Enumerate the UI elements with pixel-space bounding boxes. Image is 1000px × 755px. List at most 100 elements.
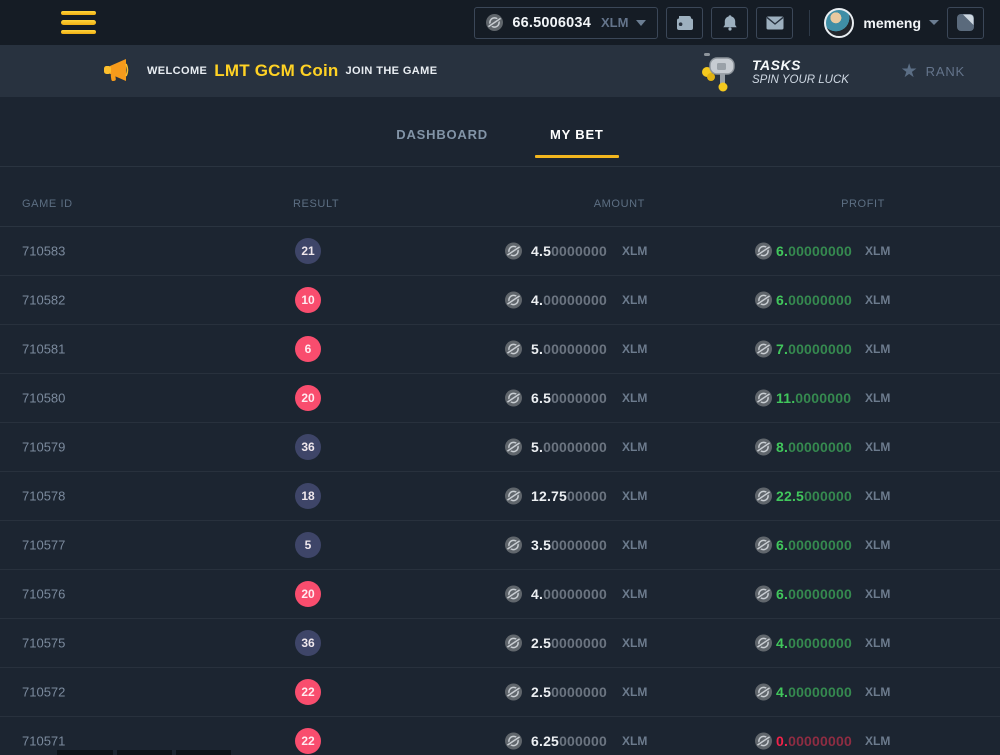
amount-value: 4.50000000: [531, 243, 607, 259]
stellar-coin-icon: [755, 488, 772, 505]
wallet-icon: [676, 15, 694, 31]
profit-currency: XLM: [865, 293, 890, 307]
amount-value: 5.00000000: [531, 341, 607, 357]
profit-main: 4.: [776, 684, 788, 700]
amount-main: 5.: [531, 439, 543, 455]
table-row: 710583 21 4.50000000 XLM 6.00000000 XLM: [0, 227, 1000, 276]
balance-selector[interactable]: 66.5006034 XLM: [474, 7, 658, 39]
stellar-coin-icon: [755, 292, 772, 309]
stellar-coin-icon: [755, 537, 772, 554]
tasks-subtitle: SPIN YOUR LUCK: [752, 74, 849, 86]
result-badge: 36: [295, 434, 321, 460]
result-badge: 20: [295, 581, 321, 607]
chat-icon: [956, 13, 975, 32]
messages-button[interactable]: [756, 7, 793, 39]
column-header-game-id: GAME ID: [22, 198, 73, 210]
profit-value: 4.00000000: [776, 635, 852, 651]
tasks-text: TASKS SPIN YOUR LUCK: [752, 57, 849, 86]
rank-widget[interactable]: ★ RANK: [901, 62, 965, 81]
bell-icon: [722, 14, 738, 31]
amount-zeros: 00000000: [543, 586, 607, 602]
megaphone-icon: [100, 58, 130, 84]
profit-main: 8.: [776, 439, 788, 455]
amount-value: 12.7500000: [531, 488, 607, 504]
stellar-coin-icon: [505, 488, 522, 505]
profit-value: 4.00000000: [776, 684, 852, 700]
result-badge: 36: [295, 630, 321, 656]
amount-currency: XLM: [622, 244, 647, 258]
hamburger-menu-icon[interactable]: [61, 11, 96, 35]
profit-value: 22.5000000: [776, 488, 852, 504]
tab-bar: DASHBOARD MY BET: [0, 97, 1000, 167]
amount-currency: XLM: [622, 489, 647, 503]
topbar-divider: [809, 10, 810, 36]
amount-zeros: 00000: [567, 488, 607, 504]
profit-main: 7.: [776, 341, 788, 357]
tab-dashboard[interactable]: DASHBOARD: [381, 97, 503, 166]
amount-currency: XLM: [622, 685, 647, 699]
amount-main: 2.5: [531, 635, 551, 651]
amount-zeros: 00000000: [543, 341, 607, 357]
stellar-coin-icon: [486, 14, 503, 31]
stellar-coin-icon: [755, 341, 772, 358]
table-row: 710580 20 6.50000000 XLM 11.0000000 XLM: [0, 374, 1000, 423]
profit-main: 11.: [776, 390, 795, 406]
amount-currency: XLM: [622, 342, 647, 356]
stellar-coin-icon: [755, 390, 772, 407]
stellar-coin-icon: [505, 292, 522, 309]
table-row: 710579 36 5.00000000 XLM 8.00000000 XLM: [0, 423, 1000, 472]
chat-toggle-button[interactable]: [947, 7, 984, 39]
profit-zeros: 00000000: [788, 733, 852, 749]
stellar-coin-icon: [505, 733, 522, 750]
amount-currency: XLM: [622, 636, 647, 650]
table-row: 710577 5 3.50000000 XLM 6.00000000 XLM: [0, 521, 1000, 570]
table-row: 710578 18 12.7500000 XLM 22.5000000 XLM: [0, 472, 1000, 521]
profit-main: 6.: [776, 586, 788, 602]
result-badge: 5: [295, 532, 321, 558]
game-id: 710580: [22, 391, 65, 406]
stellar-coin-icon: [755, 439, 772, 456]
tasks-title: TASKS: [752, 57, 849, 73]
game-id: 710583: [22, 244, 65, 259]
tasks-widget[interactable]: TASKS SPIN YOUR LUCK: [698, 50, 849, 92]
amount-zeros: 0000000: [551, 635, 607, 651]
amount-currency: XLM: [622, 440, 647, 454]
column-header-amount: AMOUNT: [594, 198, 645, 210]
profit-zeros: 00000000: [788, 635, 852, 651]
profit-zeros: 00000000: [788, 439, 852, 455]
profit-main: 6.: [776, 243, 788, 259]
amount-value: 4.00000000: [531, 586, 607, 602]
amount-main: 4.: [531, 586, 543, 602]
stellar-coin-icon: [505, 390, 522, 407]
profit-main: 0.: [776, 733, 788, 749]
amount-currency: XLM: [622, 391, 647, 405]
tab-my-bet[interactable]: MY BET: [535, 97, 619, 166]
profit-value: 0.00000000: [776, 733, 852, 749]
rank-label: RANK: [926, 64, 965, 79]
profit-currency: XLM: [865, 489, 890, 503]
profit-zeros: 00000000: [788, 537, 852, 553]
amount-main: 3.5: [531, 537, 551, 553]
game-id: 710578: [22, 489, 65, 504]
table-row: 710581 6 5.00000000 XLM 7.00000000 XLM: [0, 325, 1000, 374]
user-menu[interactable]: memeng: [824, 8, 939, 38]
notifications-button[interactable]: [711, 7, 748, 39]
profit-currency: XLM: [865, 342, 890, 356]
bottom-cutoff-fragments: [0, 750, 1000, 755]
table-row: 710582 10 4.00000000 XLM 6.00000000 XLM: [0, 276, 1000, 325]
stellar-coin-icon: [755, 243, 772, 260]
profit-currency: XLM: [865, 391, 890, 405]
chevron-down-icon[interactable]: [636, 20, 646, 26]
coin-name: LMT GCM Coin: [214, 61, 338, 81]
result-badge: 6: [295, 336, 321, 362]
stellar-coin-icon: [505, 243, 522, 260]
profit-value: 7.00000000: [776, 341, 852, 357]
result-badge: 22: [295, 679, 321, 705]
game-id: 710581: [22, 342, 65, 357]
wallet-button[interactable]: [666, 7, 703, 39]
stellar-coin-icon: [505, 341, 522, 358]
amount-zeros: 000000: [559, 733, 607, 749]
amount-value: 3.50000000: [531, 537, 607, 553]
mail-icon: [766, 16, 784, 30]
game-id: 710571: [22, 734, 65, 749]
